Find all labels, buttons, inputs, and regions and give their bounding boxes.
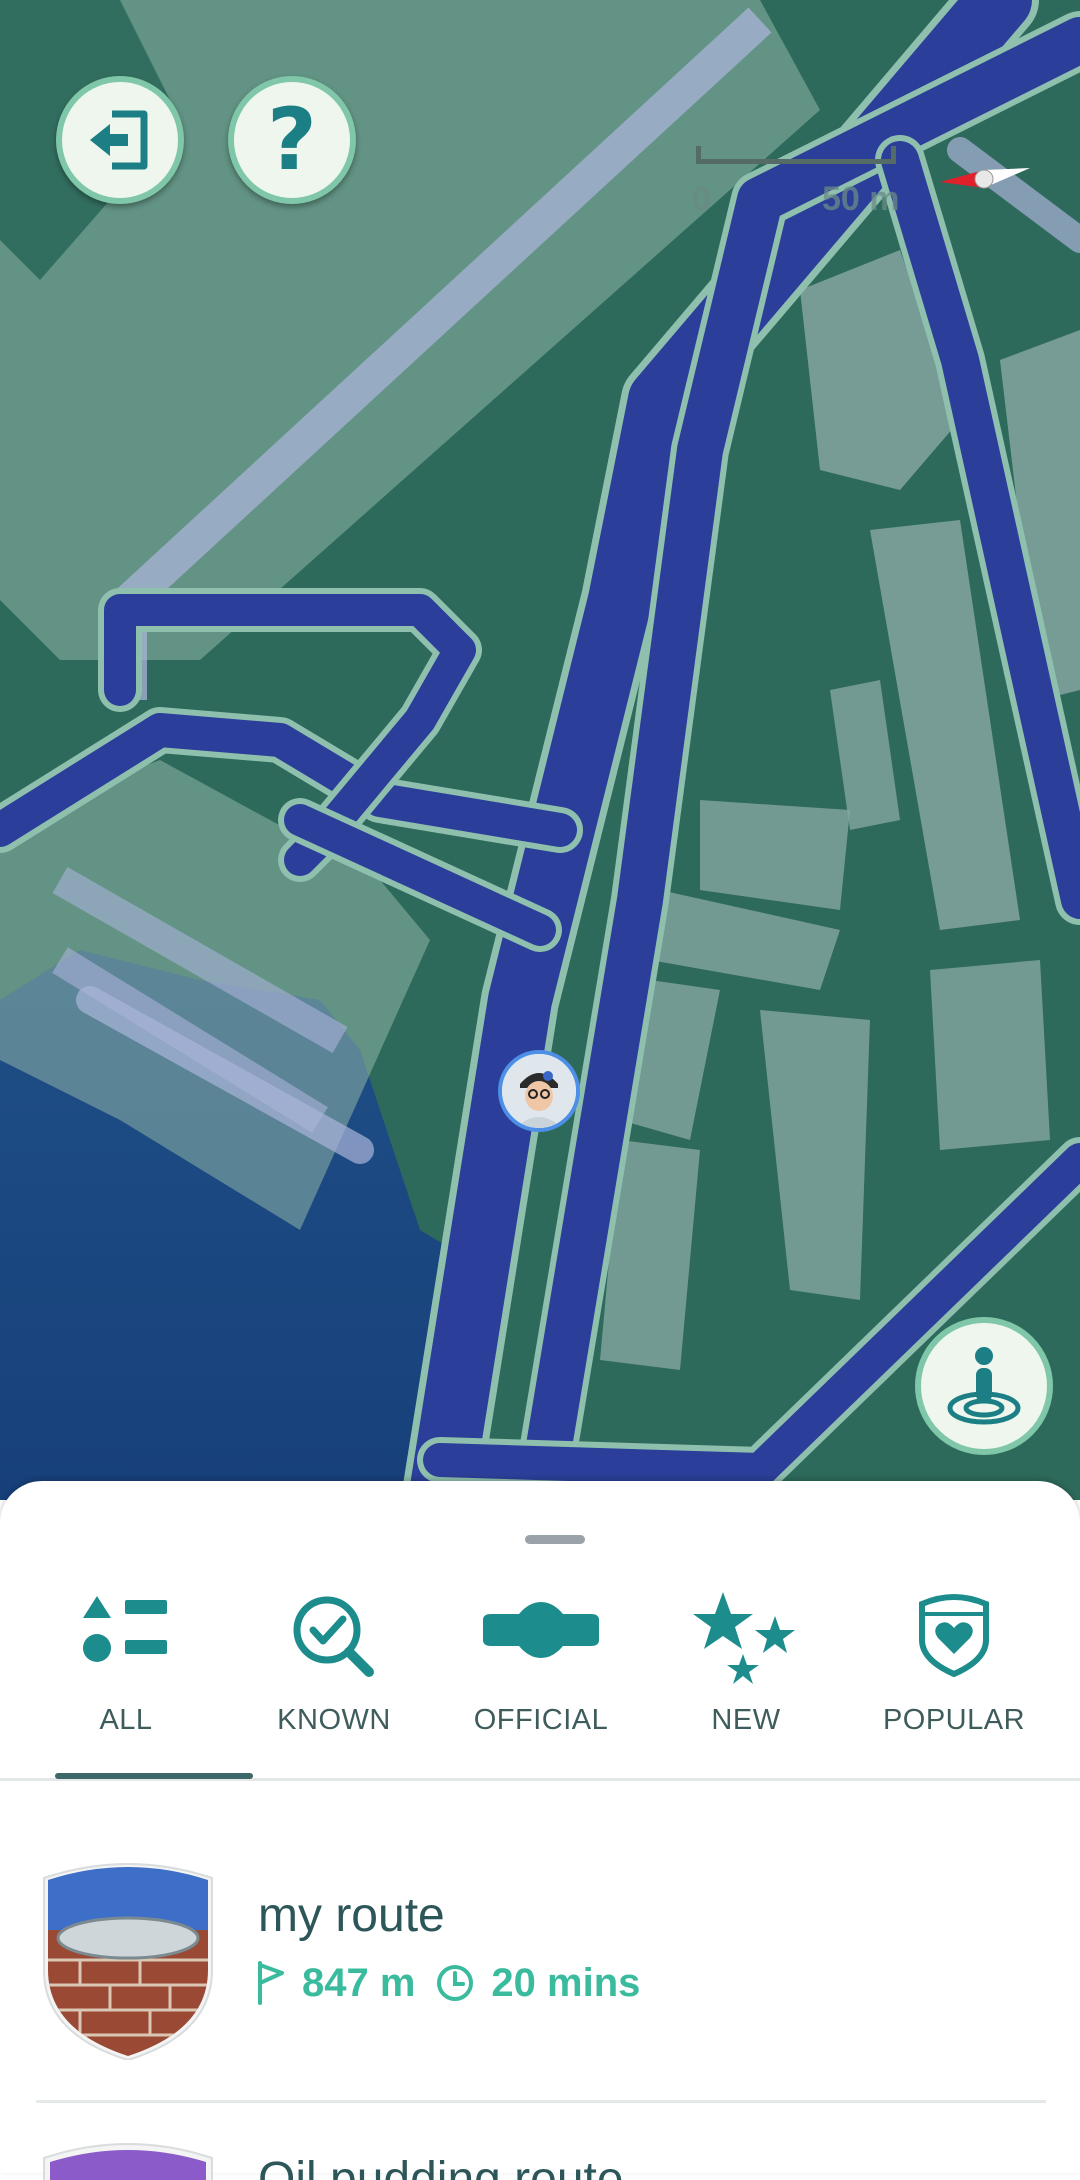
compass-icon[interactable] [940,154,1030,200]
tab-known-label: KNOWN [277,1704,391,1736]
route-thumbnail [43,1863,213,2060]
scale-bar [696,146,896,164]
exit-door-icon [90,110,148,170]
scale-start-label: 0 [692,180,711,218]
exit-button[interactable] [56,76,184,204]
scale-end-label: 50 m [822,180,900,218]
list-divider [36,2100,1046,2103]
tab-official-label: OFFICIAL [473,1704,609,1736]
clock-icon [437,1965,474,2001]
map-scale: 0 50 m [692,140,902,220]
tab-popular-label: POPULAR [882,1704,1026,1736]
filter-tabs: ALL KNOWN OFFICIAL NEW POPULAR [0,1580,1080,1780]
search-check-icon [293,1596,374,1677]
tab-all[interactable]: ALL [21,1580,231,1760]
route-list-item[interactable]: Oil pudding route [0,2140,1080,2180]
flag-icon [258,1961,284,2005]
tab-official[interactable]: OFFICIAL [436,1580,646,1760]
route-stats: 847 m 20 mins [256,1958,660,2008]
route-name: Oil pudding route [258,2153,624,2180]
tab-new-label: NEW [711,1704,781,1736]
route-duration: 20 mins [491,1960,641,2005]
player-avatar[interactable] [498,1050,580,1132]
tab-known[interactable]: KNOWN [229,1580,439,1760]
map-view[interactable] [0,0,1080,1500]
tab-popular[interactable]: POPULAR [849,1580,1059,1760]
help-icon: ? [267,90,317,190]
heart-shield-icon [919,1594,989,1678]
recenter-button[interactable] [914,1316,1054,1456]
tab-all-label: ALL [99,1704,153,1736]
official-badge-icon [483,1602,599,1658]
sheet-drag-handle[interactable] [525,1535,585,1544]
route-list-item[interactable]: my route 847 m 20 mins [0,1860,1080,2060]
all-shapes-icon [83,1596,167,1662]
player-location-icon [915,1317,1053,1455]
route-distance: 847 m [302,1960,416,2005]
stars-icon [693,1592,795,1684]
tab-new[interactable]: NEW [641,1580,851,1760]
route-name: my route [258,1889,445,1942]
route-thumbnail [43,2143,213,2180]
help-button[interactable]: ? [228,76,356,204]
tab-selected-indicator [55,1773,253,1779]
